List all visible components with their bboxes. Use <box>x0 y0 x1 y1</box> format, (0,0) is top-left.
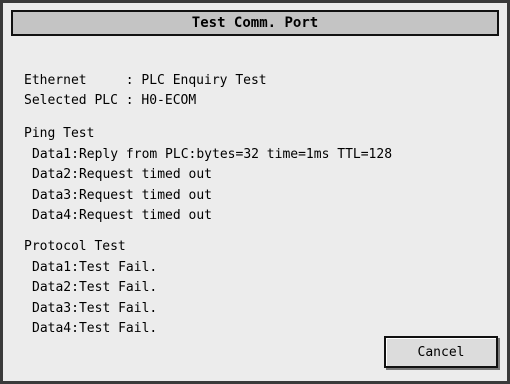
ethernet-info: Ethernet : PLC Enquiry Test <box>24 73 267 88</box>
protocol-result-line: Data3:Test Fail. <box>32 301 158 316</box>
protocol-result-line: Data2:Test Fail. <box>32 280 158 295</box>
selected-plc-info: Selected PLC : H0-ECOM <box>24 93 197 108</box>
dialog-title: Test Comm. Port <box>191 15 319 31</box>
ping-result-line: Data4:Request timed out <box>32 208 213 223</box>
protocol-result-line: Data1:Test Fail. <box>32 260 158 275</box>
ping-result-line: Data1:Reply from PLC:bytes=32 time=1ms T… <box>32 147 393 162</box>
ping-test-heading: Ping Test <box>24 126 95 141</box>
cancel-button[interactable]: Cancel <box>384 336 498 368</box>
ping-result-line: Data2:Request timed out <box>32 167 213 182</box>
protocol-test-heading: Protocol Test <box>24 239 126 254</box>
dialog-titlebar: Test Comm. Port <box>11 10 499 36</box>
protocol-result-line: Data4:Test Fail. <box>32 321 158 336</box>
ping-result-line: Data3:Request timed out <box>32 188 213 203</box>
test-comm-port-dialog: Test Comm. Port Ethernet : PLC Enquiry T… <box>0 0 510 384</box>
